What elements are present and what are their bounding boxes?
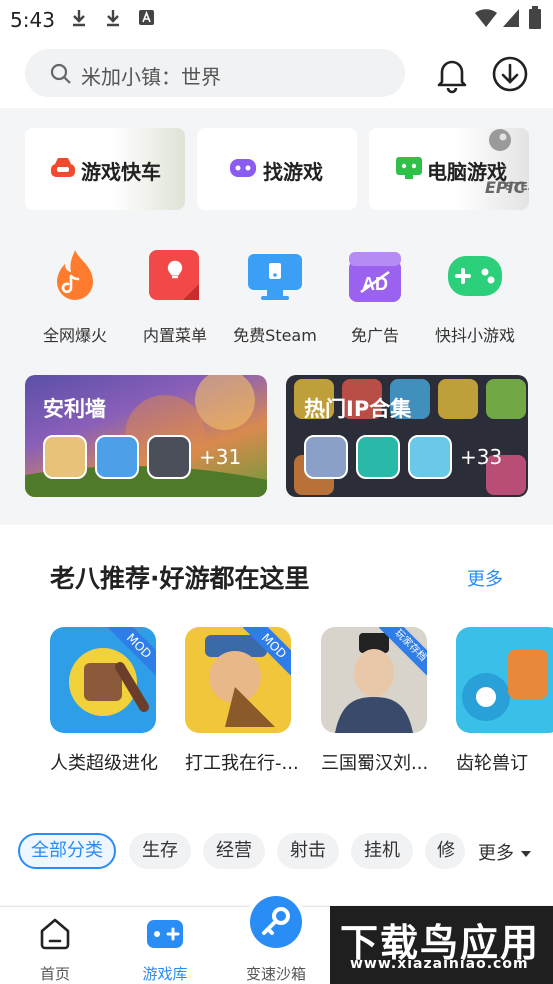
feature-free-steam[interactable]: 免费Steam — [225, 244, 325, 354]
feature-menu[interactable]: 内置菜单 — [125, 244, 225, 354]
quick-card-pc[interactable]: 电脑游戏 STEAM EPIC — [369, 128, 529, 210]
gamepad-icon — [230, 159, 256, 177]
game-thumbnail: 玩家存档 — [321, 627, 427, 733]
gamepad-icon — [448, 256, 502, 296]
no-ads-icon: AD — [349, 252, 401, 302]
quick-card-find[interactable]: 找游戏 — [197, 128, 357, 210]
section-title: 老八推荐·好游都在这里 — [50, 564, 310, 593]
more-categories-label: 更多 — [478, 843, 514, 864]
search-placeholder: 米加小镇：世界 — [81, 65, 221, 89]
recommend-section: 老八推荐·好游都在这里 更多 MOD 人类超级进化 MOD 打工我在行-... … — [0, 525, 553, 805]
game-card[interactable]: 齿轮兽订 — [456, 627, 553, 774]
game-artwork — [462, 649, 548, 721]
font-status-icon — [139, 10, 154, 25]
game-avatar — [408, 435, 452, 479]
banner-more-count: +31 — [199, 445, 242, 469]
game-avatar — [356, 435, 400, 479]
banner-recommend-wall[interactable]: 安利墙 +31 — [25, 375, 267, 497]
feature-no-ads[interactable]: AD 免广告 — [325, 244, 425, 354]
signal-icon — [503, 9, 519, 27]
sandbox-key-icon — [250, 896, 302, 948]
game-thumbnail: MOD — [50, 627, 156, 733]
download-circle-icon — [492, 56, 528, 92]
feature-label: 内置菜单 — [142, 326, 207, 345]
game-card[interactable]: MOD 打工我在行-... — [185, 627, 299, 774]
nav-label: 游戏库 — [142, 965, 188, 983]
notifications-button[interactable] — [432, 54, 472, 94]
nav-label: 变速沙箱 — [245, 965, 306, 983]
menu-card-icon — [149, 250, 199, 300]
wifi-icon — [475, 9, 497, 27]
banner-title: 热门IP合集 — [304, 397, 412, 421]
game-name: 打工我在行-... — [185, 753, 299, 774]
nav-label: 首页 — [39, 965, 70, 983]
banner-more-count: +33 — [460, 445, 503, 469]
car-icon — [51, 158, 75, 177]
feature-label: 免广告 — [350, 326, 399, 345]
banner-title: 安利墙 — [43, 397, 106, 421]
category-chip[interactable]: 经营 — [203, 833, 265, 869]
game-thumbnail: MOD — [185, 627, 291, 733]
game-name: 齿轮兽订 — [456, 753, 528, 774]
app-root: 5:43 米加小镇：世界 游戏快车 找游戏 电脑游戏 STE EPIC 全网爆火… — [0, 0, 553, 984]
steam-logo-icon — [489, 129, 511, 151]
category-chip[interactable]: 射击 — [277, 833, 339, 869]
game-avatar — [43, 435, 87, 479]
game-thumbnail — [456, 627, 553, 733]
category-chip[interactable]: 修 — [425, 833, 465, 869]
bell-icon — [437, 60, 467, 94]
feature-label: 免费Steam — [233, 326, 317, 345]
category-chip[interactable]: 挂机 — [351, 833, 413, 869]
epic-logo-text: EPIC — [485, 178, 526, 197]
quick-card-label: 游戏快车 — [81, 160, 161, 184]
category-bar: 全部分类 生存 经营 射击 挂机 修 更多 — [0, 805, 553, 905]
game-avatar — [95, 435, 139, 479]
battery-icon — [529, 6, 541, 29]
category-chip[interactable]: 生存 — [129, 833, 191, 869]
top-header: 米加小镇：世界 — [0, 38, 553, 108]
caret-down-icon — [520, 851, 531, 857]
fire-icon — [57, 250, 93, 300]
feature-label: 快抖小游戏 — [434, 326, 515, 345]
category-chip-all[interactable]: 全部分类 — [18, 833, 116, 869]
home-icon — [40, 918, 70, 950]
monitor-icon — [248, 254, 302, 300]
status-bar: 5:43 — [0, 0, 553, 38]
watermark-url: www.xiazainiao.com — [350, 956, 529, 972]
feature-label: 全网爆火 — [42, 326, 107, 345]
download-status-icon — [73, 10, 85, 27]
game-library-icon — [147, 920, 183, 948]
game-name: 人类超级进化 — [50, 753, 158, 774]
fab-ring — [245, 891, 307, 953]
more-categories-button[interactable]: 更多 — [478, 839, 532, 865]
quick-card-fast[interactable]: 游戏快车 — [25, 128, 185, 210]
watermark: 下载鸟应用 www.xiazainiao.com — [330, 906, 553, 984]
search-icon — [50, 63, 71, 84]
game-name: 三国蜀汉刘... — [321, 753, 429, 774]
download-status-icon — [107, 10, 119, 27]
game-avatar — [304, 435, 348, 479]
status-time: 5:43 — [10, 8, 55, 32]
game-card[interactable]: 玩家存档 三国蜀汉刘... — [321, 627, 431, 774]
feature-mini-games[interactable]: 快抖小游戏 — [425, 244, 525, 354]
more-link[interactable]: 更多 — [467, 565, 503, 591]
feature-trending[interactable]: 全网爆火 — [25, 244, 125, 354]
game-avatar — [147, 435, 191, 479]
banner-hot-ip[interactable]: 热门IP合集 +33 — [286, 375, 528, 497]
quick-card-label: 找游戏 — [263, 160, 323, 184]
search-bar[interactable]: 米加小镇：世界 — [25, 49, 405, 97]
pc-game-icon — [396, 157, 422, 179]
downloads-button[interactable] — [490, 54, 530, 94]
game-card[interactable]: MOD 人类超级进化 — [50, 627, 160, 774]
